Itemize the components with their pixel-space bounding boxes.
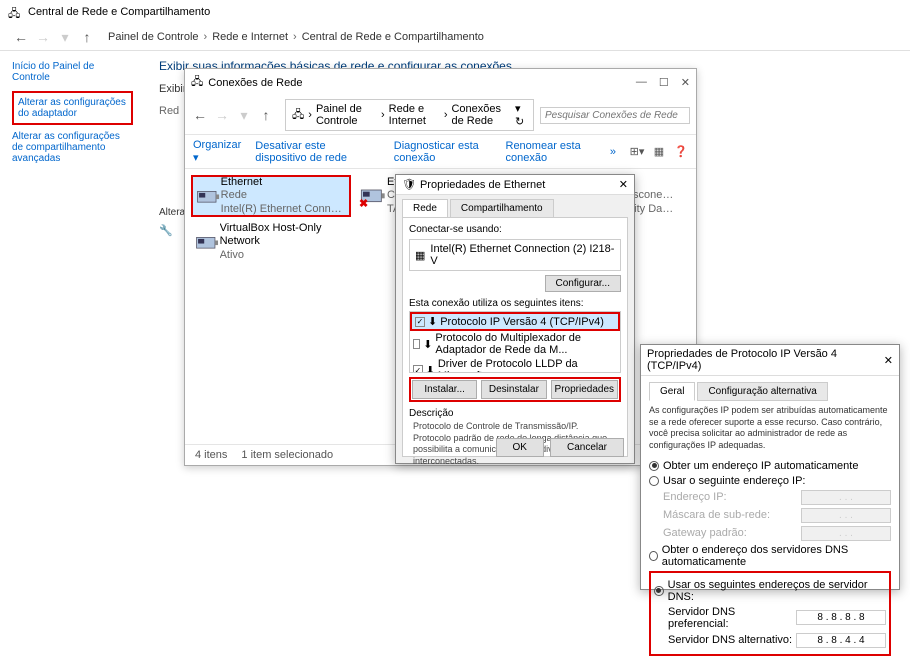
radio-ip-auto[interactable]: Obter um endereço IP automaticamente xyxy=(649,460,891,472)
window-title: Central de Rede e Compartilhamento xyxy=(28,6,210,18)
address-bar[interactable]: 🖧› Painel de Controle› Rede e Internet› … xyxy=(285,99,534,131)
tab-sharing[interactable]: Compartilhamento xyxy=(450,199,554,218)
ethernet-properties-dialog: 🛡 Propriedades de Ethernet ✕ Rede Compart… xyxy=(395,174,635,464)
conn-window-title: Conexões de Rede xyxy=(208,77,302,89)
install-button[interactable]: Instalar... xyxy=(412,380,477,399)
back-button[interactable]: ← xyxy=(191,106,209,124)
sidebar-home[interactable]: Início do Painel de Controle xyxy=(12,61,133,83)
rename[interactable]: Renomear esta conexão xyxy=(506,140,596,164)
properties-button[interactable]: Propriedades xyxy=(551,380,618,399)
back-button[interactable]: ← xyxy=(12,28,30,46)
tab-network[interactable]: Rede xyxy=(402,199,448,218)
radio-ip-manual[interactable]: Usar o seguinte endereço IP: xyxy=(649,475,891,487)
conn-titlebar: 🖧 Conexões de Rede — ☐ ✕ xyxy=(185,69,696,96)
item-count: 4 itens xyxy=(195,449,227,461)
field-mask: Máscara de sub-rede:. . . xyxy=(663,508,891,523)
maximize-button[interactable]: ☐ xyxy=(659,76,669,89)
ipv4-properties-dialog: Propriedades de Protocolo IP Versão 4 (T… xyxy=(640,344,900,590)
organize-menu[interactable]: Organizar ▾ xyxy=(193,139,241,164)
radio-icon[interactable] xyxy=(649,551,658,561)
up-button[interactable]: ↑ xyxy=(257,106,275,124)
description-label: Descrição xyxy=(409,408,621,419)
info-text: As configurações IP podem ser atribuídas… xyxy=(649,405,891,452)
dropdown-history[interactable]: ▾ xyxy=(56,28,74,46)
connect-using-label: Conectar-se usando: xyxy=(409,224,621,235)
title-bar: 🖧 Central de Rede e Compartilhamento xyxy=(0,0,910,24)
nic-field: ▦Intel(R) Ethernet Connection (2) I218-V xyxy=(409,239,621,271)
close-button[interactable]: ✕ xyxy=(681,76,690,89)
radio-icon[interactable] xyxy=(649,461,659,471)
forward-button[interactable]: → xyxy=(213,106,231,124)
close-button[interactable]: ✕ xyxy=(619,178,628,191)
nic-icon xyxy=(196,186,221,206)
search-input[interactable] xyxy=(540,107,690,124)
view-icon[interactable]: ⊞▾ xyxy=(630,145,644,159)
network-icon: 🖧 xyxy=(8,5,22,19)
tab-general[interactable]: Geral xyxy=(649,382,695,401)
item-ipv4[interactable]: ✓⬇Protocolo IP Versão 4 (TCP/IPv4) xyxy=(410,312,620,331)
network-icon: 🖧 xyxy=(191,73,203,92)
configure-button[interactable]: Configurar... xyxy=(545,275,621,292)
uninstall-button[interactable]: Desinstalar xyxy=(481,380,546,399)
checkbox-icon[interactable] xyxy=(413,339,420,349)
checkbox-icon[interactable]: ✓ xyxy=(413,365,423,373)
checkbox-icon[interactable]: ✓ xyxy=(415,317,425,327)
forward-button[interactable]: → xyxy=(34,28,52,46)
sidebar: Início do Painel de Controle Alterar as … xyxy=(0,51,145,245)
shield-icon: 🛡 xyxy=(402,178,416,191)
help-icon[interactable]: ❓ xyxy=(674,145,688,159)
close-button[interactable]: ✕ xyxy=(884,354,893,367)
item-multiplexor[interactable]: ⬇Protocolo do Multiplexador de Adaptador… xyxy=(410,331,620,357)
sidebar-adapter-settings[interactable]: Alterar as configurações do adaptador xyxy=(12,91,133,125)
more[interactable]: » xyxy=(610,146,616,158)
radio-icon[interactable] xyxy=(649,476,659,486)
breadcrumb[interactable]: Painel de Controle› Rede e Internet› Cen… xyxy=(108,31,484,43)
dialog-title: Propriedades de Ethernet xyxy=(420,179,545,191)
disable-device[interactable]: Desativar este dispositivo de rede xyxy=(255,140,379,164)
field-dns-pref: Servidor DNS preferencial: xyxy=(668,606,886,630)
items-label: Esta conexão utiliza os seguintes itens: xyxy=(409,292,621,309)
nic-icon: ▦ xyxy=(415,249,425,262)
adapter-virtualbox[interactable]: VirtualBox Host-Only NetworkAtivo xyxy=(191,221,351,263)
nav-bar: ← → ▾ ↑ Painel de Controle› Rede e Inter… xyxy=(0,24,910,51)
up-button[interactable]: ↑ xyxy=(78,28,96,46)
selection-count: 1 item selecionado xyxy=(241,449,333,461)
field-ip: Endereço IP:. . . xyxy=(663,490,891,505)
dialog-title: Propriedades de Protocolo IP Versão 4 (T… xyxy=(647,348,884,372)
field-dns-alt: Servidor DNS alternativo: xyxy=(668,633,886,648)
sidebar-sharing-settings[interactable]: Alterar as configurações de compartilham… xyxy=(12,129,133,166)
details-icon[interactable]: ▦ xyxy=(652,145,666,159)
radio-dns-auto[interactable]: Obter o endereço dos servidores DNS auto… xyxy=(649,544,891,568)
adapter-ethernet[interactable]: EthernetRedeIntel(R) Ethernet Connectio.… xyxy=(191,175,351,217)
field-gateway: Gateway padrão:. . . xyxy=(663,526,891,541)
dns-alt-input[interactable] xyxy=(796,633,886,648)
ok-button[interactable]: OK xyxy=(496,438,544,457)
history-dropdown[interactable]: ▾ xyxy=(235,106,253,124)
protocol-list[interactable]: ✓⬇Protocolo IP Versão 4 (TCP/IPv4) ⬇Prot… xyxy=(409,311,621,373)
toolbar: Organizar ▾ Desativar este dispositivo d… xyxy=(185,135,696,169)
tab-alt-config[interactable]: Configuração alternativa xyxy=(697,382,827,401)
minimize-button[interactable]: — xyxy=(636,76,647,89)
item-lldp[interactable]: ✓⬇Driver de Protocolo LLDP da Microsoft xyxy=(410,357,620,373)
nic-icon xyxy=(195,232,220,252)
diagnose[interactable]: Diagnosticar esta conexão xyxy=(394,140,492,164)
dns-pref-input[interactable] xyxy=(796,610,886,625)
cancel-button[interactable]: Cancelar xyxy=(550,438,624,457)
